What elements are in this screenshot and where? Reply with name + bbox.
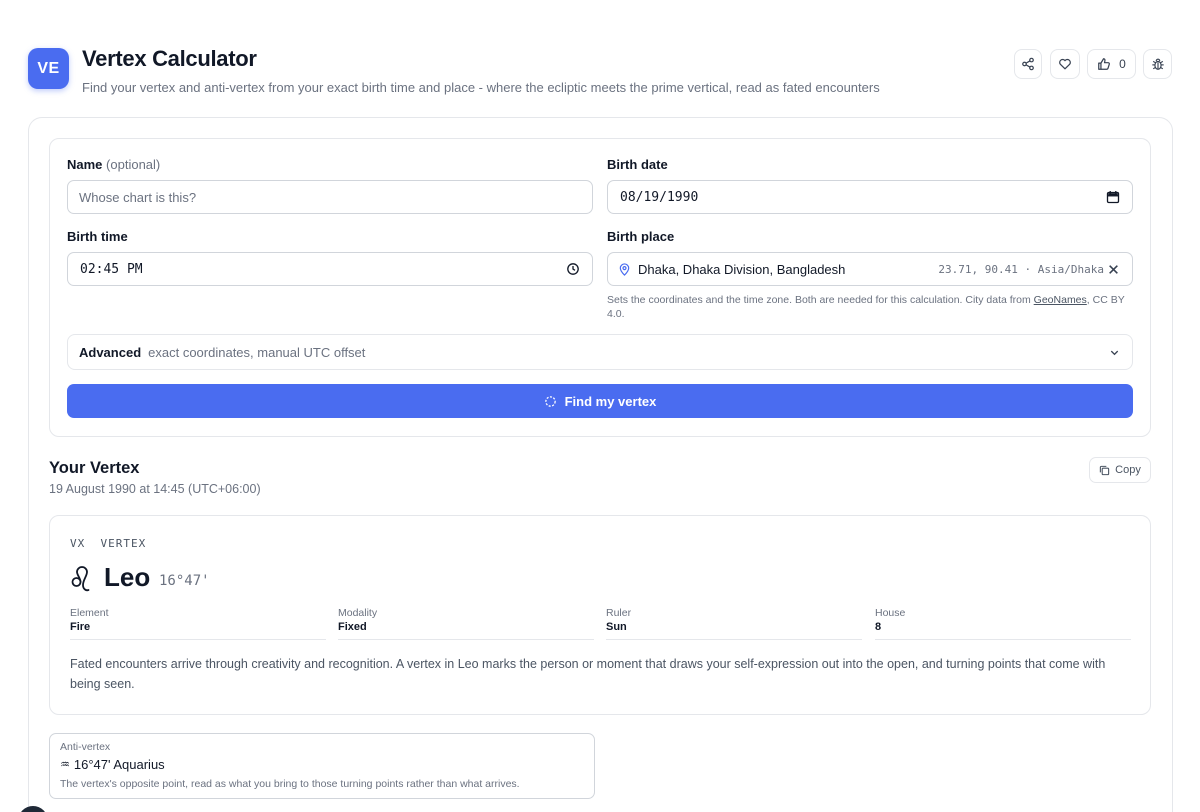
aquarius-icon: ♒ xyxy=(60,759,70,771)
vertex-description: Fated encounters arrive through creativi… xyxy=(70,657,1106,691)
thumbs-up-icon xyxy=(1098,58,1111,70)
attribute-ruler: Ruler Sun xyxy=(606,607,862,640)
share-button[interactable] xyxy=(1014,49,1042,79)
birth-place-input[interactable]: Dhaka, Dhaka Division, Bangladesh 23.71,… xyxy=(607,252,1133,286)
vertex-degree: 16°47' xyxy=(159,573,210,589)
name-label: Name (optional) xyxy=(67,157,161,172)
advanced-description: exact coordinates, manual UTC offset xyxy=(148,344,366,360)
heart-icon xyxy=(1059,58,1071,70)
app-logo: VE xyxy=(28,48,69,89)
copy-button[interactable]: Copy xyxy=(1089,457,1151,483)
report-bug-button[interactable] xyxy=(1143,49,1172,79)
anti-vertex-note: The vertex's opposite point, read as wha… xyxy=(60,778,520,790)
advanced-options-toggle[interactable]: Advanced exact coordinates, manual UTC o… xyxy=(67,334,1133,370)
birth-place-label: Birth place xyxy=(607,229,675,244)
bug-icon xyxy=(1151,58,1164,70)
find-vertex-label: Find my vertex xyxy=(564,393,657,409)
copy-icon xyxy=(1099,465,1110,475)
birth-place-value: Dhaka, Dhaka Division, Bangladesh xyxy=(638,261,846,277)
calendar-icon[interactable] xyxy=(1106,190,1120,204)
geonames-link[interactable]: GeoNames xyxy=(1034,294,1087,306)
birth-date-value: 08/19/1990 xyxy=(620,189,699,205)
result-datetime: 19 August 1990 at 14:45 (UTC+06:00) xyxy=(49,482,261,496)
name-input[interactable]: Whose chart is this? xyxy=(67,180,593,214)
name-placeholder: Whose chart is this? xyxy=(79,189,197,205)
leo-icon xyxy=(71,566,90,592)
birth-place-coordinates: 23.71, 90.41 · Asia/Dhaka xyxy=(938,262,1104,276)
attribute-house: House 8 xyxy=(875,607,1131,640)
birth-time-label: Birth time xyxy=(67,229,128,244)
birth-date-input[interactable]: 08/19/1990 xyxy=(607,180,1133,214)
vertex-sign: Leo xyxy=(104,562,151,592)
chevron-down-icon xyxy=(1110,350,1119,355)
anti-vertex-label: Anti-vertex xyxy=(60,741,111,753)
vertex-tag: VX VERTEX xyxy=(70,537,147,550)
page-subtitle: Find your vertex and anti-vertex from yo… xyxy=(82,80,880,95)
page-title: Vertex Calculator xyxy=(82,46,257,71)
spinner-icon xyxy=(544,395,556,407)
copy-label: Copy xyxy=(1115,464,1141,476)
map-pin-icon xyxy=(619,262,630,276)
birth-date-label: Birth date xyxy=(607,157,668,172)
birth-time-value: 02:45 PM xyxy=(80,261,143,277)
result-title: Your Vertex xyxy=(49,459,140,477)
attribute-element: Element Fire xyxy=(70,607,326,640)
clear-icon[interactable] xyxy=(1108,264,1119,275)
birth-place-hint: Sets the coordinates and the time zone. … xyxy=(607,294,1125,320)
attribute-modality: Modality Fixed xyxy=(338,607,594,640)
clock-icon[interactable] xyxy=(566,262,580,276)
share-icon xyxy=(1022,57,1034,71)
like-button[interactable]: 0 xyxy=(1087,49,1136,79)
like-count: 0 xyxy=(1119,57,1126,71)
favorite-button[interactable] xyxy=(1050,49,1080,79)
birth-time-input[interactable]: 02:45 PM xyxy=(67,252,593,286)
anti-vertex-value: ♒ 16°47' Aquarius xyxy=(60,757,165,772)
find-vertex-button[interactable]: Find my vertex xyxy=(67,384,1133,418)
advanced-title: Advanced xyxy=(79,344,142,360)
